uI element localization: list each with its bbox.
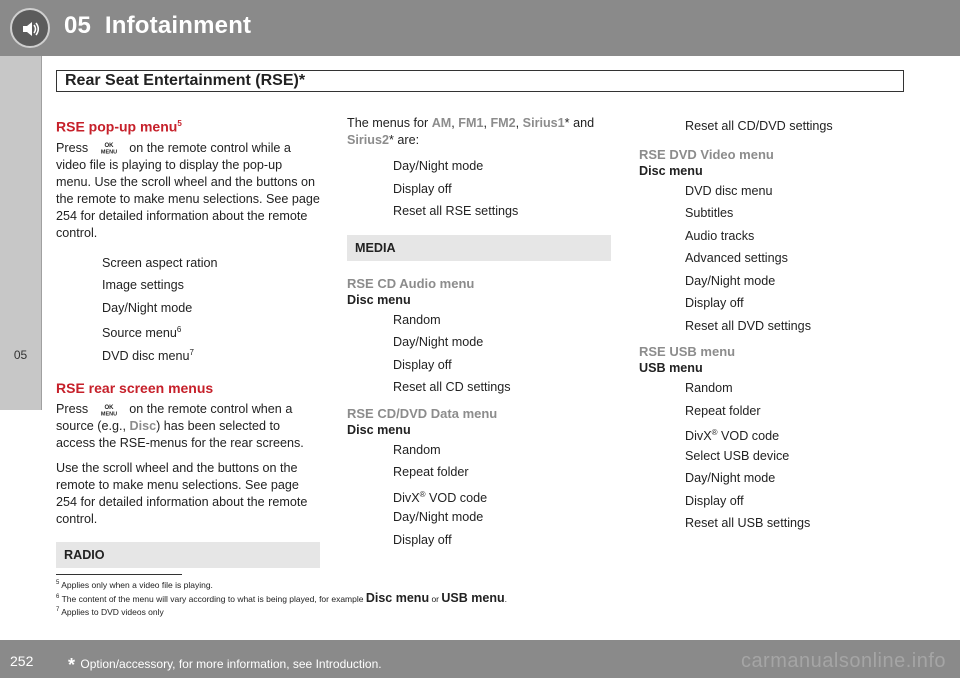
- radio-intro: The menus for AM, FM1, FM2, Sirius1* and…: [347, 116, 595, 147]
- list-item: Display off: [393, 357, 452, 372]
- footnote-ref-6: 6: [176, 325, 182, 335]
- chapter-title: 05 Infotainment: [64, 12, 251, 40]
- cd-dvd-reset-item: Reset all CD/DVD settings: [685, 115, 903, 138]
- list-item: Repeat folder: [685, 403, 761, 418]
- ok-menu-button-icon: OK MENU: [98, 403, 120, 417]
- list-item: Reset all CD settings: [393, 380, 511, 394]
- list-item: Day/Night mode: [393, 510, 484, 524]
- footnote-ref-5: 5: [177, 119, 182, 128]
- footer-note: * Option/accessory, for more information…: [68, 655, 382, 675]
- list-item: Reset all RSE settings: [393, 204, 519, 218]
- rear-paragraph-2: Use the scroll wheel and the buttons on …: [56, 461, 308, 527]
- side-tab-label: 05: [13, 348, 28, 362]
- rear-screen-heading: RSE rear screen menus: [56, 380, 214, 397]
- footnote-7: 7 Applies to DVD videos only: [56, 607, 164, 617]
- list-item: Random: [393, 312, 441, 327]
- list-item: Audio tracks: [685, 228, 755, 243]
- page-footer: 252 * Option/accessory, for more informa…: [0, 640, 960, 678]
- svg-text:MENU: MENU: [101, 150, 117, 156]
- list-item: Day/Night mode: [393, 335, 484, 349]
- dvd-menu-list: DVD disc menu Subtitles Audio tracks Adv…: [685, 180, 903, 338]
- list-item: Display off: [685, 493, 744, 508]
- media-box: MEDIA: [347, 234, 611, 261]
- disc-inline: Disc: [129, 419, 157, 434]
- list-item: Reset all DVD settings: [685, 318, 811, 333]
- popup-paragraph: Press OK MENU on the remote control while…: [56, 140, 320, 240]
- list-item: Day/Night mode: [393, 159, 484, 173]
- list-item: Source menu6: [102, 325, 182, 341]
- list-item: Repeat folder: [393, 465, 469, 479]
- cd-disc-menu-label: Disc menu: [347, 292, 411, 307]
- popup-menu-list: Screen aspect ration Image settings Day/…: [102, 252, 320, 365]
- usb-menu-label: USB menu: [639, 361, 703, 375]
- list-item: Image settings: [102, 278, 184, 293]
- ok-menu-button-icon: OK MENU: [98, 141, 120, 155]
- footnote-ref-7: 7: [189, 347, 194, 357]
- list-item: Screen aspect ration: [102, 255, 218, 270]
- list-item: Display off: [685, 296, 744, 310]
- usb-menu-list: Random Repeat folder DivX® VOD code Sele…: [685, 377, 903, 535]
- list-item: Reset all USB settings: [685, 516, 811, 530]
- chapter-name: Infotainment: [104, 12, 252, 39]
- column-1: RSE pop-up menu5 Press OK MENU on the rem…: [56, 115, 320, 569]
- list-item: Subtitles: [685, 206, 734, 220]
- cd-menu-list: Random Day/Night mode Display off Reset …: [393, 309, 611, 399]
- footnote-divider: [56, 574, 182, 575]
- footnote-5: 5 Applies only when a video file is play…: [56, 580, 213, 590]
- list-item: DVD disc menu: [685, 183, 773, 198]
- list-item: Day/Night mode: [102, 300, 193, 315]
- list-item: Random: [393, 442, 441, 457]
- radio-menu-list: Day/Night mode Display off Reset all RSE…: [393, 155, 611, 223]
- cd-dvd-data-heading: RSE CD/DVD Data menu: [347, 405, 498, 421]
- data-menu-list: Random Repeat folder DivX® VOD code Day/…: [393, 439, 611, 552]
- speaker-icon: [10, 8, 50, 48]
- list-item: Display off: [393, 532, 452, 547]
- svg-text:OK: OK: [104, 143, 114, 149]
- cd-audio-heading: RSE CD Audio menu: [347, 275, 475, 291]
- list-item: Day/Night mode: [685, 471, 776, 485]
- radio-box: RADIO: [56, 542, 320, 569]
- chapter-number: 05: [64, 12, 92, 39]
- svg-text:MENU: MENU: [101, 411, 117, 417]
- page-number: 252: [10, 653, 34, 669]
- section-title-bar: Rear Seat Entertainment (RSE)*: [56, 70, 904, 92]
- footnote-6: 6 The content of the menu will vary acco…: [56, 591, 507, 605]
- column-3: Reset all CD/DVD settings RSE DVD Video …: [639, 115, 903, 535]
- usb-heading: RSE USB menu: [639, 344, 736, 359]
- list-item: Select USB device: [685, 448, 790, 463]
- list-item: Display off: [393, 181, 452, 196]
- list-item: Reset all CD/DVD settings: [685, 119, 833, 133]
- dvd-video-heading: RSE DVD Video menu: [639, 146, 774, 162]
- column-2: The menus for AM, FM1, FM2, Sirius1* and…: [347, 115, 611, 551]
- dvd-disc-menu-label: Disc menu: [639, 163, 703, 178]
- data-disc-menu-label: Disc menu: [347, 422, 411, 437]
- list-item: Random: [685, 381, 733, 395]
- page-header: 05 Infotainment: [0, 0, 960, 56]
- list-item: DVD disc menu7: [102, 347, 194, 363]
- watermark: carmanualsonline.info: [740, 650, 946, 672]
- list-item: DivX® VOD code: [393, 489, 488, 505]
- popup-menu-heading: RSE pop-up menu5: [56, 118, 182, 135]
- list-item: Day/Night mode: [685, 273, 776, 288]
- rear-paragraph: Press OK MENU on the remote control when …: [56, 402, 304, 451]
- chapter-side-tab: 05: [0, 56, 42, 410]
- svg-text:OK: OK: [104, 405, 114, 411]
- section-title: Rear Seat Entertainment (RSE)*: [65, 72, 306, 89]
- list-item: Advanced settings: [685, 251, 788, 265]
- list-item: DivX® VOD code: [685, 428, 780, 444]
